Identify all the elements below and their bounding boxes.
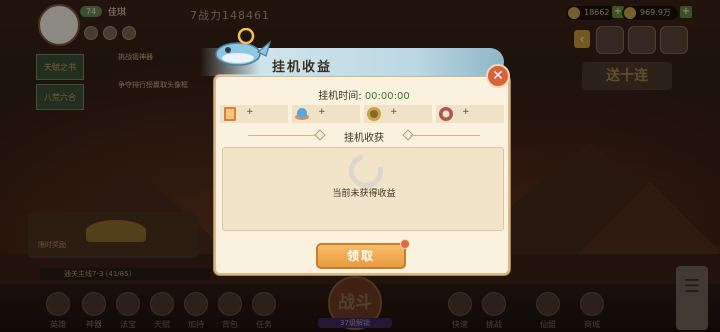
reward-amount: + — [462, 107, 470, 117]
idle-reward-dialog: 挂机时间: 00:00:00 + + + + 挂机收获 当前未获得收益 领取 — [214, 75, 510, 275]
close-icon: ✕ — [492, 68, 504, 84]
crystal-icon — [295, 108, 309, 120]
idle-time-value: 00:00:00 — [364, 91, 410, 102]
idle-time-row: 挂机时间: 00:00:00 — [216, 87, 512, 102]
reward-amount: + — [318, 107, 326, 117]
reward-item[interactable]: + — [436, 105, 504, 123]
reward-amount: + — [390, 107, 398, 117]
empty-gain-text: 当前未获得收益 — [332, 189, 396, 199]
dialog-title: 挂机收益 — [272, 60, 333, 75]
close-button[interactable]: ✕ — [486, 64, 510, 88]
reward-amount: + — [246, 107, 254, 117]
reward-item[interactable]: + — [364, 105, 432, 123]
orb-icon — [439, 107, 453, 121]
divider — [410, 135, 480, 136]
reward-item[interactable]: + — [292, 105, 360, 123]
reward-list: + + + + — [220, 105, 504, 123]
claim-button[interactable]: 领取 — [316, 243, 406, 269]
section-title: 挂机收获 — [344, 133, 384, 144]
whale-mascot-icon — [215, 28, 272, 66]
reward-item[interactable]: + — [220, 105, 288, 123]
dialog-header: 挂机收益 — [200, 28, 504, 82]
book-icon — [224, 107, 236, 121]
idle-time-label: 挂机时间: — [318, 91, 362, 102]
coin-icon — [367, 107, 381, 121]
notification-dot — [400, 239, 410, 249]
gain-box: 当前未获得收益 — [222, 147, 504, 231]
